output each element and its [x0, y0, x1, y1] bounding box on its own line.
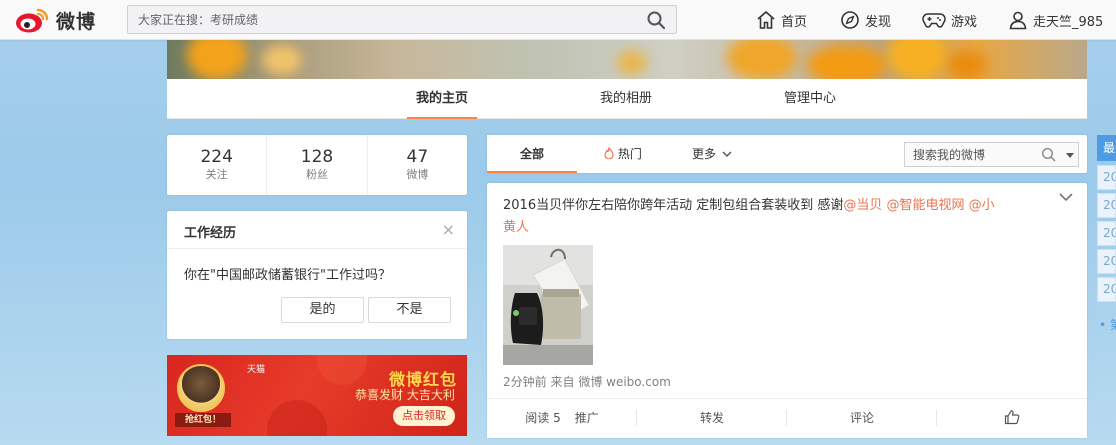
posts-label: 微博 [406, 168, 429, 181]
flame-icon [604, 146, 614, 160]
yes-button[interactable]: 是的 [281, 297, 364, 323]
feed-filter-bar: 全部 热门 更多 [487, 135, 1087, 173]
nav-username: 走天竺_985 [1033, 14, 1104, 30]
post-action-bar: 阅读 5 推广 转发 评论 [487, 398, 1087, 438]
following-count: 224 [200, 147, 233, 167]
dropdown-arrow-icon[interactable] [1065, 152, 1075, 160]
post-options-chevron[interactable] [1059, 191, 1073, 205]
search-icon[interactable] [1041, 147, 1057, 163]
chevron-down-icon [722, 151, 732, 157]
mention-link[interactable]: @智能电视网 [887, 198, 965, 213]
post-time[interactable]: 2分钟前 [503, 375, 547, 389]
work-question-text: 你在"中国邮政储蓄银行"工作过吗？ [184, 268, 391, 283]
my-weibo-search-input[interactable] [913, 147, 1033, 163]
post-photo-thumbnail[interactable] [503, 245, 593, 365]
post-meta: 2分钟前 来自 微博 weibo.com [503, 373, 671, 390]
thumbs-up-icon [1004, 410, 1020, 425]
nav-home[interactable]: 首页 [756, 0, 807, 40]
timeline-year-item[interactable]: 20 [1097, 193, 1116, 218]
nav-games[interactable]: 游戏 [922, 0, 977, 40]
followers-label: 粉丝 [305, 168, 328, 181]
profile-counters: 224 关注 128 粉丝 47 微博 [167, 135, 467, 195]
logo-text: 微博 [56, 10, 97, 33]
feed-tab-all[interactable]: 全部 [487, 135, 577, 173]
global-search-input[interactable] [138, 11, 628, 29]
read-promote-group: 阅读 5 推广 [487, 399, 637, 438]
timeline-year-item[interactable]: 20 [1097, 277, 1116, 302]
work-experience-card: 工作经历 × 你在"中国邮政储蓄银行"工作过吗？ 是的 不是 [167, 211, 467, 339]
feed-tab-more-label: 更多 [692, 147, 717, 161]
mention-part: @小 [968, 198, 995, 213]
profile-tab-bar: 我的主页 我的相册 管理中心 [167, 79, 1087, 119]
nav-discover[interactable]: 发现 [840, 0, 891, 40]
post-content: 2016当贝伴你左右陪你跨年活动 定制包组合套装收到 感谢@当贝 @智能电视网 … [503, 195, 1058, 239]
weibo-post: 2016当贝伴你左右陪你跨年活动 定制包组合套装收到 感谢@当贝 @智能电视网 … [487, 183, 1087, 438]
red-packet-ad-banner[interactable]: 抢红包！ 天猫 微博红包 恭喜发财 大吉大利 点击领取 [167, 355, 467, 436]
claim-button[interactable]: 点击领取 [393, 406, 455, 426]
timeline-more-link[interactable]: • 第 [1097, 316, 1116, 333]
weibo-logo[interactable]: 微博 [14, 4, 104, 36]
post-text: 2016当贝伴你左右陪你跨年活动 定制包组合套装收到 感谢 [503, 198, 844, 213]
feed-tab-hot-label: 热门 [617, 147, 642, 161]
work-card-title: 工作经历 [184, 226, 237, 241]
red-packet-subtitle: 恭喜发财 大吉大利 [355, 388, 455, 402]
timeline-year-item[interactable]: 20 [1097, 165, 1116, 190]
work-card-header: 工作经历 × [167, 211, 467, 249]
nav-home-label: 首页 [781, 14, 808, 30]
following-label: 关注 [205, 168, 228, 181]
compass-icon [841, 11, 859, 29]
followers-counter[interactable]: 128 粉丝 [267, 135, 368, 195]
feed-tab-hot[interactable]: 热门 [604, 135, 642, 173]
year-timeline-sidebar: 最 20 20 20 20 20 • 第 [1097, 135, 1116, 435]
tab-management-center[interactable]: 管理中心 [775, 79, 845, 119]
chevron-down-icon [1059, 193, 1073, 202]
posts-counter[interactable]: 47 微博 [368, 135, 467, 195]
home-icon [757, 11, 775, 29]
weibo-eye-icon [16, 8, 49, 33]
close-icon[interactable]: × [442, 220, 455, 239]
mention-part: 黄人 [503, 220, 530, 235]
top-nav-bar: 微博 首页 发现 游戏 [0, 0, 1116, 40]
timeline-latest-tab[interactable]: 最 [1097, 135, 1116, 161]
feed-tab-more[interactable]: 更多 [692, 135, 732, 173]
following-counter[interactable]: 224 关注 [167, 135, 268, 195]
no-button[interactable]: 不是 [368, 297, 451, 323]
grab-red-packet-tag: 抢红包！ [175, 413, 231, 427]
gamepad-icon [922, 13, 946, 28]
user-icon [1009, 11, 1027, 30]
timeline-year-item[interactable]: 20 [1097, 221, 1116, 246]
global-search-box [127, 5, 677, 34]
comment-button[interactable]: 评论 [787, 399, 937, 438]
my-weibo-search-box [904, 142, 1079, 167]
timeline-year-item[interactable]: 20 [1097, 249, 1116, 274]
mention-link[interactable]: @当贝 [843, 198, 882, 213]
followers-count: 128 [300, 147, 334, 167]
like-button[interactable] [937, 399, 1087, 438]
repost-button[interactable]: 转发 [637, 399, 787, 438]
tmall-logo-text: 天猫 [247, 365, 266, 375]
profile-cover-image [167, 40, 1087, 80]
bags-photo [503, 245, 593, 365]
nav-user-profile[interactable]: 走天竺_985 [1008, 0, 1103, 40]
read-count: 阅读 5 [525, 411, 561, 425]
post-from-label: 来自 [550, 375, 575, 389]
tab-my-homepage[interactable]: 我的主页 [407, 79, 477, 119]
banner-avatar [177, 364, 225, 412]
post-source[interactable]: 微博 weibo.com [578, 375, 671, 389]
nav-discover-label: 发现 [865, 14, 892, 30]
promote-button[interactable]: 推广 [575, 399, 599, 438]
posts-count: 47 [406, 147, 429, 167]
tab-my-album[interactable]: 我的相册 [591, 79, 661, 119]
search-icon [647, 11, 666, 30]
nav-games-label: 游戏 [951, 14, 978, 30]
search-button[interactable] [646, 10, 668, 30]
